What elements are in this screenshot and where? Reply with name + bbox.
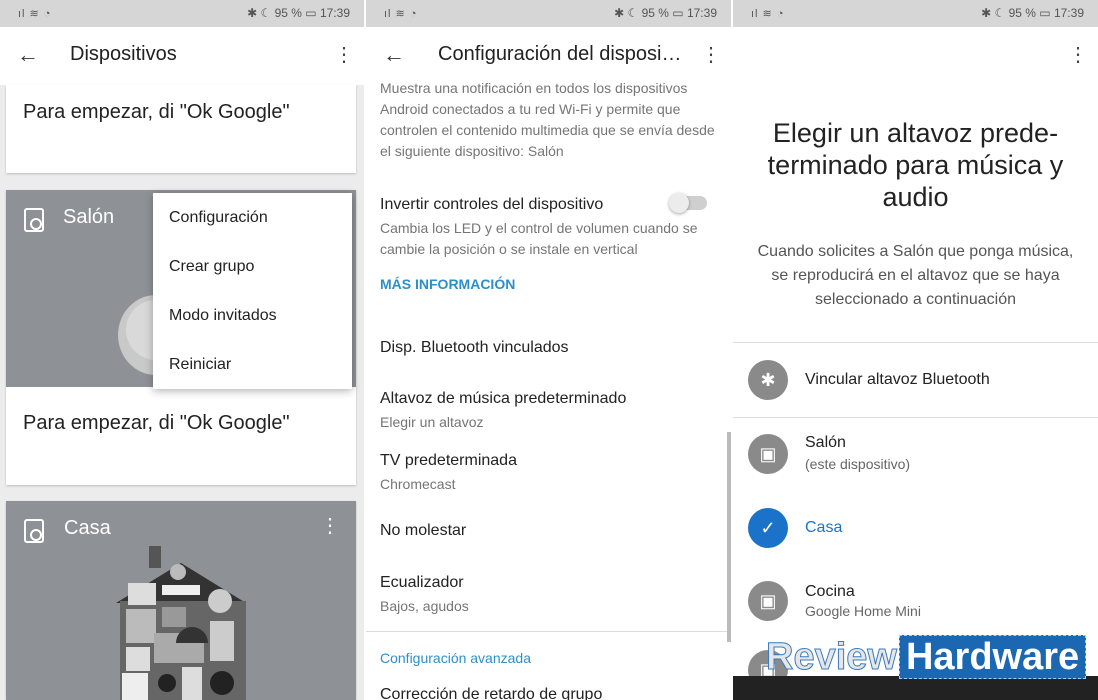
signal-icons: ıl ≋ ◔ (751, 8, 785, 20)
speaker-group-icon (24, 519, 44, 543)
advanced-settings-header: Configuración avanzada (380, 650, 531, 666)
section-divider (366, 631, 731, 632)
device-name-casa: Casa (64, 517, 111, 539)
option-bluetooth[interactable]: ✱ Vincular altavoz Bluetooth (733, 360, 1098, 420)
speaker-icon: ▣ (748, 434, 788, 474)
divider-mid (733, 417, 1098, 418)
option-cocina[interactable]: ▣ Cocina Google Home Mini (733, 581, 1098, 641)
choose-speaker-description: Cuando solicites a Salón que ponga músic… (757, 243, 1074, 308)
card-more-icon[interactable]: ⋮ (320, 513, 340, 538)
devices-panel: ıl ≋ ◔ ✱ ☾ 95 % ▭ 17:39 ← Dispositivos ⋮… (0, 0, 364, 700)
choose-speaker-heading: Elegir un altavoz prede-terminado para m… (767, 118, 1064, 212)
do-not-disturb-item[interactable]: No molestar (380, 522, 717, 540)
back-arrow-icon[interactable]: ← (14, 41, 42, 69)
divider-top (733, 342, 1098, 343)
equalizer-item[interactable]: Ecualizador Bajos, agudos (380, 574, 717, 617)
device-card-casa[interactable]: Casa ⋮ (6, 501, 356, 700)
invert-controls-toggle[interactable] (669, 193, 707, 213)
more-options-icon[interactable]: ⋮ (1068, 41, 1088, 69)
page-title-2: Configuración del disposi… (438, 43, 682, 65)
more-options-icon[interactable]: ⋮ (334, 41, 354, 69)
check-icon: ✓ (748, 508, 788, 548)
status-right: ✱ ☾ 95 % ▭ 17:39 (614, 6, 717, 20)
overflow-menu: Configuración Crear grupo Modo invitados… (153, 193, 352, 389)
speaker-icon: ▣ (748, 581, 788, 621)
option-salon[interactable]: ▣ Salón (este dispositivo) (733, 434, 1098, 494)
default-music-speaker-item[interactable]: Altavoz de música predeterminado Elegir … (380, 390, 717, 433)
signal-icons: ıl ≋ ◔ (384, 8, 418, 20)
option-casa[interactable]: ✓ Casa (733, 508, 1098, 568)
status-bar-2: ıl ≋ ◔ ✱ ☾ 95 % ▭ 17:39 (366, 0, 731, 27)
menu-item-crear-grupo[interactable]: Crear grupo (153, 242, 352, 291)
bluetooth-devices-item[interactable]: Disp. Bluetooth vinculados (380, 339, 717, 357)
ok-google-prompt-2: Para empezar, di "Ok Google" (23, 412, 290, 434)
menu-item-modo-invitados[interactable]: Modo invitados (153, 291, 352, 340)
ok-google-prompt: Para empezar, di "Ok Google" (23, 101, 290, 123)
back-arrow-icon[interactable]: ← (380, 41, 408, 69)
device-image-area-casa: Casa ⋮ (6, 501, 356, 700)
app-bar: ← Dispositivos ⋮ (0, 27, 364, 85)
more-info-link[interactable]: MÁS INFORMACIÓN (380, 276, 717, 292)
page-title: Dispositivos (70, 43, 177, 65)
default-tv-item[interactable]: TV predeterminada Chromecast (380, 452, 717, 495)
status-right: ✱ ☾ 95 % ▭ 17:39 (981, 6, 1084, 20)
watermark-logo: Review Hardware (766, 635, 1087, 680)
signal-icons: ıl ≋ ◔ (18, 8, 52, 20)
status-right: ✱ ☾ 95 % ▭ 17:39 (247, 6, 350, 20)
bluetooth-icon: ✱ (748, 360, 788, 400)
status-bar-3: ıl ≋ ◔ ✱ ☾ 95 % ▭ 17:39 (733, 0, 1098, 27)
menu-item-reiniciar[interactable]: Reiniciar (153, 340, 352, 389)
status-bar: ıl ≋ ◔ ✱ ☾ 95 % ▭ 17:39 (0, 0, 364, 27)
invert-controls-setting[interactable]: Invertir controles del dispositivo Cambi… (380, 196, 698, 260)
speaker-icon (24, 208, 44, 232)
device-settings-panel: ıl ≋ ◔ ✱ ☾ 95 % ▭ 17:39 ← Configuración … (366, 0, 731, 700)
cast-notification-description: Muestra una notificación en todos los di… (380, 80, 715, 159)
house-illustration (116, 546, 246, 700)
device-name: Salón (63, 206, 115, 228)
setup-card[interactable]: Para empezar, di "Ok Google" (6, 85, 356, 173)
group-delay-item[interactable]: Corrección de retardo de grupo (380, 686, 717, 700)
more-options-icon[interactable]: ⋮ (701, 41, 721, 69)
menu-item-configuracion[interactable]: Configuración (153, 193, 352, 242)
choose-speaker-panel: ıl ≋ ◔ ✱ ☾ 95 % ▭ 17:39 ⋮ Elegir un alta… (733, 0, 1098, 700)
app-bar-3: ⋮ (733, 27, 1098, 85)
